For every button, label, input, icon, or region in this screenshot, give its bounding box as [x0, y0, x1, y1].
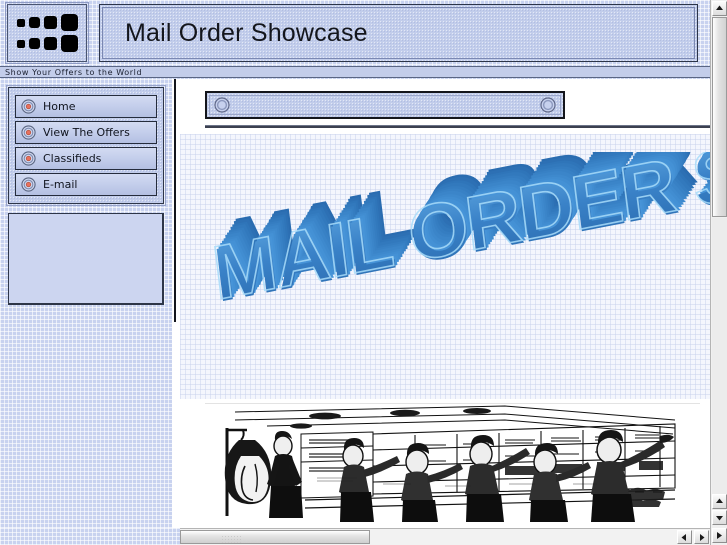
logo-square: [43, 37, 57, 50]
sidebar-item-label: E-mail: [43, 178, 78, 191]
hero-photo-frame: [205, 403, 700, 523]
sidebar-footer-strip: [0, 528, 180, 545]
bullseye-icon: [21, 125, 36, 140]
horizontal-scrollbar-thumb[interactable]: [180, 530, 370, 544]
logo-square: [60, 14, 78, 31]
bullseye-icon: [21, 151, 36, 166]
ring-icon-right: [540, 97, 556, 113]
app-window: Mail Order Showcase Show Your Offers to …: [0, 0, 727, 545]
scroll-right-button[interactable]: [694, 530, 709, 544]
logo-square: [60, 35, 78, 52]
sidebar-item-label: Classifieds: [43, 152, 102, 165]
bullseye-icon: [21, 177, 36, 192]
logo-square: [28, 38, 40, 49]
horizontal-scrollbar[interactable]: [180, 528, 710, 545]
sidebar-item-label: Home: [43, 100, 76, 113]
logo-square: [16, 39, 25, 48]
sidebar-item-label: View The Offers: [43, 126, 130, 139]
title-plate: Mail Order Showcase: [99, 4, 698, 62]
main-content: MAIL ORDER SHOWCASE: [180, 79, 710, 545]
scrollbar-grip-dots: [221, 535, 241, 544]
sidebar-item-home[interactable]: Home: [15, 95, 157, 118]
hero-3d-heading: MAIL ORDER SHOWCASE: [207, 152, 710, 319]
sidebar-empty-panel: [8, 213, 164, 305]
banner-bar-inner: [209, 95, 561, 115]
logo-square: [16, 18, 25, 27]
bullseye-icon: [21, 99, 36, 114]
squares-grid-logo-icon[interactable]: [5, 2, 89, 64]
logo-square: [28, 17, 40, 28]
vertical-scrollbar-thumb[interactable]: [712, 17, 727, 217]
logo-squares: [16, 14, 78, 52]
scroll-up-button-secondary[interactable]: [712, 494, 727, 509]
ring-icon-left: [214, 97, 230, 113]
hero-area: MAIL ORDER SHOWCASE: [180, 134, 710, 399]
sidebar: Home View The Offers Classifieds E-mail: [0, 79, 172, 545]
vertical-scrollbar-track[interactable]: [712, 218, 727, 518]
body-area: Home View The Offers Classifieds E-mail: [0, 79, 710, 545]
banner-strip: [180, 79, 710, 134]
sidebar-nav-panel: Home View The Offers Classifieds E-mail: [6, 85, 166, 206]
header-rule: [205, 125, 710, 128]
resize-grip-icon[interactable]: [712, 528, 727, 543]
page-title: Mail Order Showcase: [125, 18, 368, 47]
title-plate-inner: Mail Order Showcase: [102, 7, 695, 59]
sidebar-item-view-the-offers[interactable]: View The Offers: [15, 121, 157, 144]
sidebar-item-email[interactable]: E-mail: [15, 173, 157, 196]
scroll-up-button[interactable]: [712, 1, 727, 16]
banner-bar[interactable]: [205, 91, 565, 119]
site-header: Mail Order Showcase: [0, 0, 710, 66]
scroll-down-button[interactable]: [712, 510, 727, 525]
scroll-left-button[interactable]: [677, 530, 692, 544]
sidebar-content-divider: [172, 79, 180, 545]
tagline-bar: Show Your Offers to the World: [0, 66, 710, 78]
logo-square: [43, 16, 57, 29]
warehouse-engraving-image: [205, 404, 700, 522]
vertical-scrollbar[interactable]: [710, 0, 727, 545]
tagline-text: Show Your Offers to the World: [5, 67, 143, 77]
sidebar-item-classifieds[interactable]: Classifieds: [15, 147, 157, 170]
